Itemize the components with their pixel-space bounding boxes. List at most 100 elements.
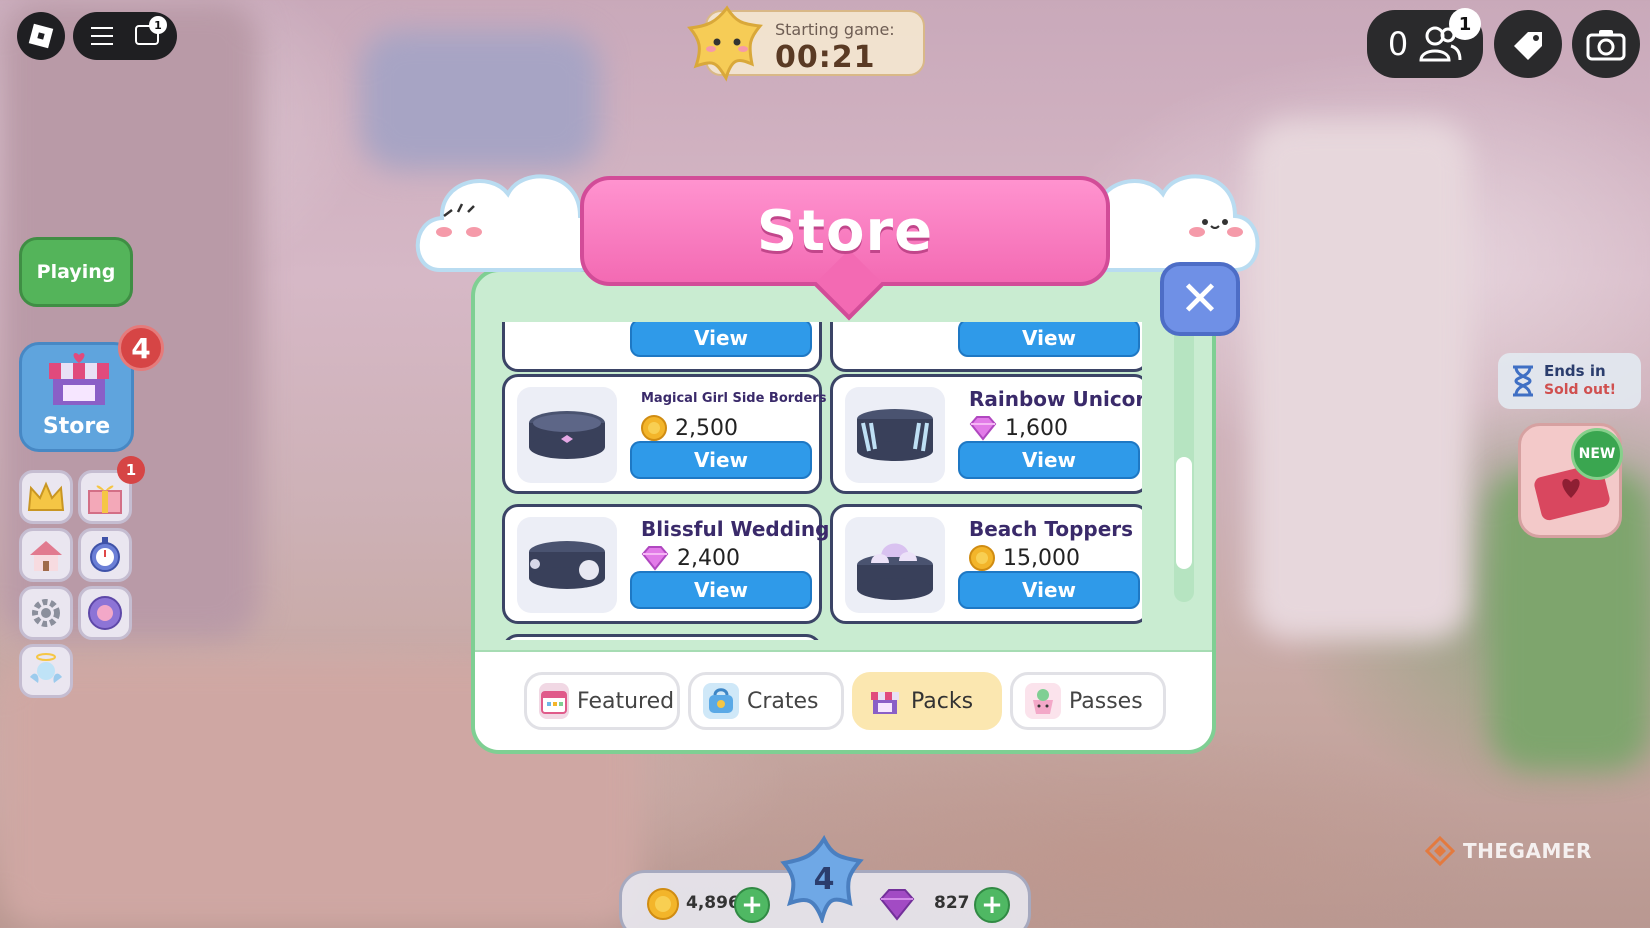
settings-button[interactable]	[19, 586, 73, 640]
hamburger-menu-icon[interactable]	[91, 27, 113, 45]
item-price-value: 2,400	[677, 545, 740, 571]
store-item-card: Beach Toppers 15,000 View	[830, 504, 1142, 624]
player-level: 4	[813, 862, 835, 897]
players-badge: 1	[1449, 8, 1481, 40]
hourglass-icon	[1513, 365, 1533, 397]
gift-badge: 1	[117, 456, 145, 484]
timer-value: 00:21	[775, 40, 876, 75]
menu-chat-group: 1	[73, 12, 177, 60]
gem-icon	[641, 546, 669, 571]
store-scrollbar[interactable]	[1174, 312, 1194, 602]
item-price-value: 15,000	[1003, 545, 1080, 571]
store-stall-icon	[49, 352, 109, 405]
watermark-text: THEGAMER	[1463, 839, 1592, 863]
new-offer-tile[interactable]: NEW	[1518, 423, 1623, 538]
crown-button[interactable]	[19, 470, 73, 524]
angel-icon	[30, 653, 62, 683]
store-panel: View View Magical Girl Side Borders 2,50…	[471, 268, 1216, 754]
shop-tag-button[interactable]	[1494, 10, 1562, 78]
store-item-card-partial: View	[502, 322, 822, 372]
store-item-card: Blissful Wedding 2,400 View	[502, 504, 829, 624]
new-badge: NEW	[1571, 428, 1623, 480]
tab-label: Crates	[747, 688, 819, 714]
item-name: Blissful Wedding	[641, 517, 830, 541]
packs-icon	[867, 683, 903, 719]
timer-button[interactable]	[78, 528, 132, 582]
star-face-icon	[687, 5, 763, 82]
item-price: 2,400	[641, 545, 740, 571]
scrollbar-thumb[interactable]	[1176, 457, 1192, 569]
store-title: Store	[756, 198, 934, 264]
blissful-wedding-icon	[529, 541, 605, 589]
emblem-button[interactable]	[78, 586, 132, 640]
tab-label: Passes	[1069, 688, 1143, 714]
view-button[interactable]: View	[958, 441, 1140, 479]
passes-icon	[1025, 683, 1061, 719]
stopwatch-icon	[90, 537, 120, 572]
side-store-label: Store	[42, 414, 111, 439]
store-item-card-partial	[502, 634, 822, 640]
watermark: THEGAMER	[1425, 836, 1592, 866]
roblox-menu-button[interactable]	[17, 12, 65, 60]
gear-icon	[32, 599, 60, 627]
side-borders-icon	[529, 411, 605, 459]
tab-label: Packs	[911, 688, 974, 714]
chat-badge: 1	[149, 16, 167, 34]
item-thumbnail	[517, 517, 617, 613]
view-button[interactable]: View	[630, 322, 812, 357]
view-button[interactable]: View	[630, 571, 812, 609]
gem-icon	[969, 416, 997, 441]
store-title-banner: Store	[580, 176, 1110, 286]
add-coins-button[interactable]: +	[734, 887, 770, 923]
item-price-value: 2,500	[675, 415, 738, 441]
gift-icon	[88, 485, 122, 514]
house-button[interactable]	[19, 528, 73, 582]
screenshot-button[interactable]	[1572, 10, 1640, 78]
calendar-icon	[539, 683, 569, 719]
store-item-card: Rainbow Unicorn 1,600 View	[830, 374, 1142, 494]
close-button[interactable]: ✕	[1160, 262, 1240, 336]
tab-passes[interactable]: Passes	[1010, 672, 1166, 730]
view-button[interactable]: View	[958, 322, 1140, 357]
background-door	[1250, 120, 1470, 640]
coin-icon	[641, 415, 667, 441]
coin-balance: 4,896	[686, 893, 740, 913]
item-thumbnail	[517, 387, 617, 483]
gem-icon	[879, 889, 915, 921]
item-thumbnail	[845, 517, 945, 613]
background-window	[360, 30, 600, 170]
crown-icon	[27, 481, 65, 511]
beach-toppers-icon	[857, 543, 933, 600]
coin-icon	[647, 888, 679, 920]
item-price-value: 1,600	[1005, 415, 1068, 441]
timer-label: Starting game:	[775, 20, 895, 39]
store-item-grid: View View Magical Girl Side Borders 2,50…	[502, 322, 1142, 640]
store-badge: 4	[118, 325, 164, 371]
limited-offer-timer[interactable]: Ends in Sold out!	[1498, 353, 1641, 409]
item-price: 2,500	[641, 415, 738, 441]
playing-button[interactable]: Playing	[19, 237, 133, 307]
crate-icon	[703, 683, 739, 719]
store-item-card: Magical Girl Side Borders 2,500 View	[502, 374, 826, 494]
thegamer-logo-icon	[1425, 836, 1455, 866]
players-button[interactable]: 0 1	[1367, 8, 1483, 78]
rainbow-unicorn-icon	[857, 409, 933, 461]
roblox-logo-icon	[28, 23, 54, 49]
angel-button[interactable]	[19, 644, 73, 698]
view-button[interactable]: View	[958, 571, 1140, 609]
item-name: Magical Girl Side Borders	[641, 391, 827, 406]
item-price: 1,600	[969, 415, 1068, 441]
tab-featured[interactable]: Featured	[524, 672, 680, 730]
item-name: Rainbow Unicorn	[969, 387, 1142, 411]
item-thumbnail	[845, 387, 945, 483]
sold-out-label: Sold out!	[1544, 382, 1617, 398]
tab-packs[interactable]: Packs	[852, 672, 1002, 730]
tab-crates[interactable]: Crates	[688, 672, 844, 730]
view-button[interactable]: View	[630, 441, 812, 479]
gem-balance: 827	[934, 893, 970, 913]
player-count: 0	[1387, 25, 1409, 63]
add-gems-button[interactable]: +	[974, 887, 1010, 923]
badge-emblem-icon	[88, 596, 122, 630]
side-store-button[interactable]: Store	[19, 342, 134, 452]
price-tag-icon	[1514, 32, 1542, 60]
